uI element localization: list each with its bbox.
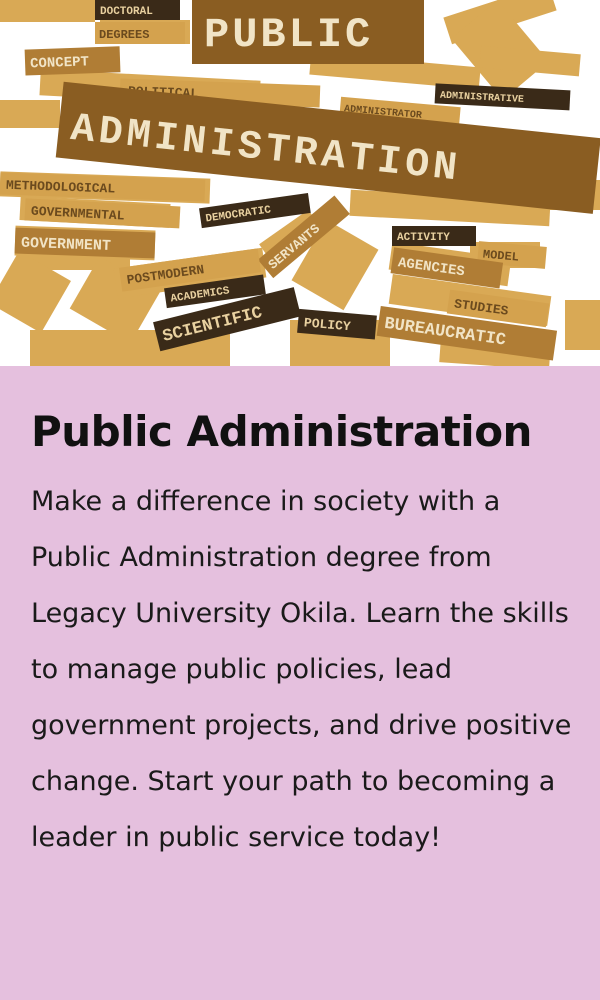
tag-administrative: ADMINISTRATIVE: [434, 83, 571, 111]
svg-text:CONCEPT: CONCEPT: [30, 54, 89, 72]
svg-text:PUBLIC: PUBLIC: [204, 11, 373, 59]
tag-governmental: GOVERNMENTAL: [24, 198, 181, 229]
word-cloud-illustration: DOCTORAL DEGREES PUBLIC CONCEPT POLITICA…: [0, 0, 600, 366]
svg-text:GOVERNMENT: GOVERNMENT: [21, 235, 112, 255]
course-description: Make a difference in society with a Publ…: [31, 486, 572, 853]
word-cloud-image: DOCTORAL DEGREES PUBLIC CONCEPT POLITICA…: [0, 0, 600, 366]
tag-degrees: DEGREES: [95, 22, 185, 44]
course-info-panel: Public Administration Make a difference …: [0, 366, 600, 1000]
tag-public: PUBLIC: [192, 0, 424, 64]
svg-text:DEGREES: DEGREES: [99, 28, 149, 42]
tag-doctoral: DOCTORAL: [95, 0, 180, 20]
course-title: Public Administration: [31, 407, 532, 456]
tag-government: GOVERNMENT: [14, 227, 156, 259]
svg-text:DOCTORAL: DOCTORAL: [100, 6, 153, 18]
course-card: DOCTORAL DEGREES PUBLIC CONCEPT POLITICA…: [0, 0, 600, 1000]
tag-activity: ACTIVITY: [392, 226, 476, 246]
svg-text:ACTIVITY: ACTIVITY: [397, 232, 450, 244]
tag-concept: CONCEPT: [24, 46, 121, 76]
